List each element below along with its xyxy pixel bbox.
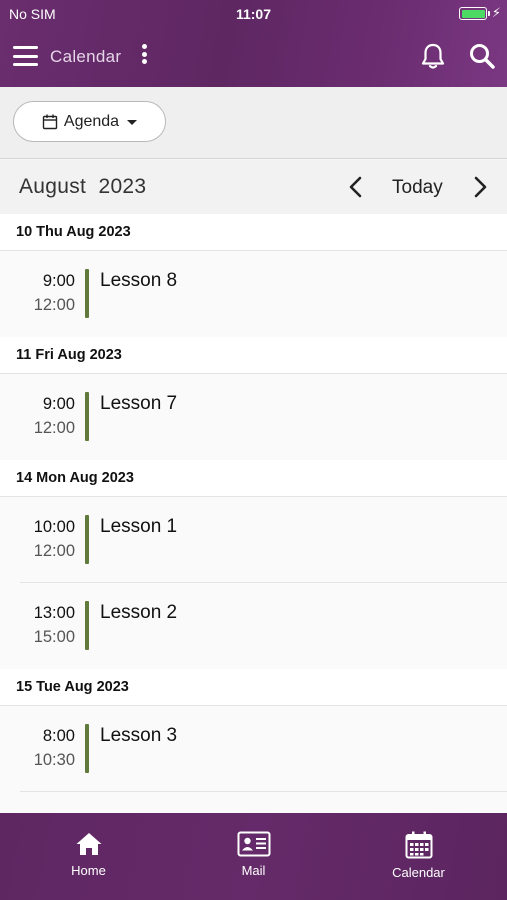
- nav-mail-label: Mail: [241, 863, 266, 878]
- event-item[interactable]: 13:00 15:00 Lesson 2: [0, 583, 507, 669]
- event-color-bar: [85, 392, 89, 441]
- caret-down-icon: [127, 120, 138, 125]
- event-color-bar: [85, 724, 89, 773]
- day-header: 11 Fri Aug 2023: [0, 337, 507, 374]
- contact-card-icon: [237, 831, 270, 857]
- event-end-time: 12:00: [33, 542, 75, 560]
- app-header: No SIM 11:07 ⚡ Calendar: [0, 0, 507, 87]
- day-header: 15 Tue Aug 2023: [0, 669, 507, 706]
- event-start-time: 10:00: [33, 518, 75, 536]
- event-end-time: 12:00: [33, 419, 75, 437]
- agenda-list[interactable]: 10 Thu Aug 2023 9:00 12:00 Lesson 8 11 F…: [0, 214, 507, 813]
- view-selector-label: Agenda: [63, 112, 120, 130]
- day-header: 10 Thu Aug 2023: [0, 214, 507, 251]
- event-color-bar: [85, 269, 89, 318]
- current-month: August 2023: [19, 175, 147, 198]
- event-color-bar: [85, 515, 89, 564]
- event-title: Lesson 3: [100, 725, 178, 746]
- bell-icon[interactable]: [420, 42, 446, 70]
- search-icon[interactable]: [468, 42, 496, 70]
- event-title: Lesson 2: [100, 602, 178, 623]
- event-end-time: 10:30: [33, 751, 75, 769]
- event-start-time: 8:00: [42, 727, 75, 745]
- clock: 11:07: [235, 6, 272, 22]
- event-start-time: 13:00: [33, 604, 75, 622]
- chevron-left-icon[interactable]: [346, 175, 366, 199]
- calendar-grid-icon: [405, 831, 432, 859]
- event-title: Lesson 7: [100, 393, 178, 414]
- nav-home[interactable]: Home: [4, 813, 173, 900]
- nav-calendar[interactable]: Calendar: [334, 813, 503, 900]
- event-color-bar: [85, 601, 89, 650]
- event-title: Lesson 8: [100, 270, 178, 291]
- status-bar: No SIM 11:07 ⚡: [0, 0, 507, 28]
- nav-home-label: Home: [71, 863, 106, 878]
- bottom-navigation: Home Mail Calendar: [0, 813, 507, 900]
- event-item[interactable]: 8:00 10:30 Lesson 3: [0, 706, 507, 792]
- home-icon: [76, 833, 101, 855]
- event-title: Lesson 1: [100, 516, 178, 537]
- charging-icon: ⚡: [491, 5, 501, 20]
- event-start-time: 9:00: [42, 272, 75, 290]
- today-button[interactable]: Today: [392, 177, 443, 199]
- day-header: 14 Mon Aug 2023: [0, 460, 507, 497]
- event-item[interactable]: 9:00 12:00 Lesson 8: [0, 251, 507, 337]
- chevron-right-icon[interactable]: [470, 175, 490, 199]
- view-selector-button[interactable]: Agenda: [13, 101, 166, 142]
- event-end-time: 12:00: [33, 296, 75, 314]
- menu-icon[interactable]: [13, 46, 38, 66]
- nav-calendar-label: Calendar: [392, 865, 445, 880]
- event-item[interactable]: 10:00 12:00 Lesson 1: [0, 497, 507, 583]
- page-title: Calendar: [50, 47, 122, 66]
- month-navigation: August 2023 Today: [0, 160, 507, 214]
- battery-icon: [459, 7, 490, 20]
- event-item[interactable]: 9:00 12:00 Lesson 7: [0, 374, 507, 460]
- calendar-icon: [42, 114, 58, 129]
- event-start-time: 9:00: [42, 395, 75, 413]
- event-end-time: 15:00: [33, 628, 75, 646]
- view-toolbar: Agenda: [0, 87, 507, 159]
- nav-mail[interactable]: Mail: [169, 813, 338, 900]
- more-vertical-icon[interactable]: [140, 44, 148, 66]
